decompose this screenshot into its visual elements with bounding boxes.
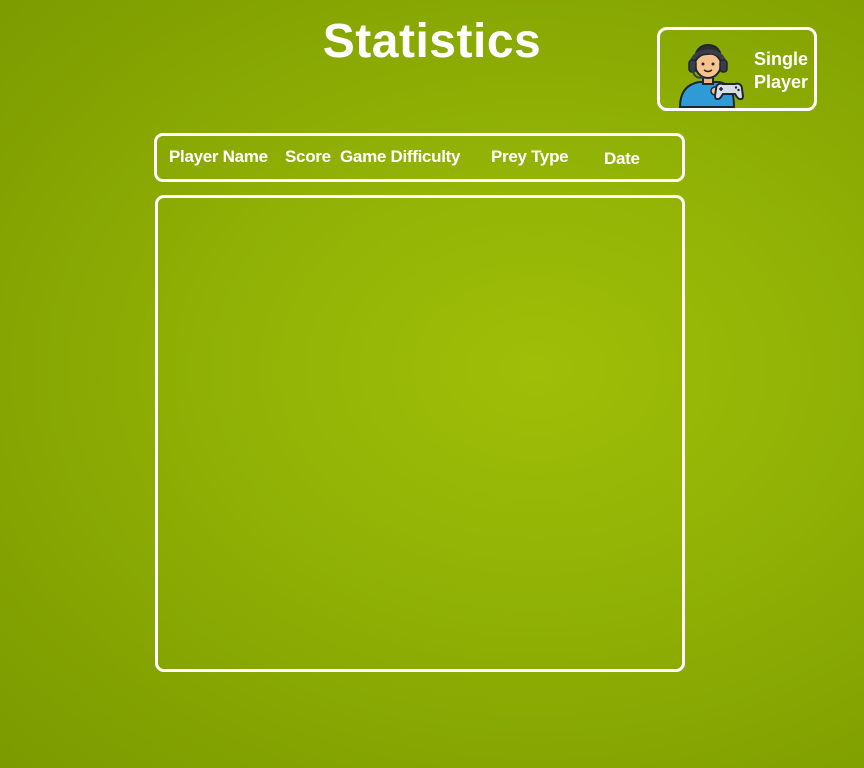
column-header-game-difficulty: Game Difficulty [340,147,461,166]
table-header: Player Name Score Game Difficulty Prey T… [154,133,685,182]
statistics-list[interactable] [155,195,685,672]
single-player-label-line2: Player [753,72,809,92]
column-header-player-name: Player Name [169,147,268,166]
column-header-prey-type: Prey Type [491,147,569,166]
single-player-label: Single Player [746,48,816,94]
single-player-button[interactable]: Single Player [657,27,817,111]
gamer-with-controller-icon [678,43,744,108]
column-header-date: Date [604,149,640,168]
single-player-label-line1: Single [753,49,808,69]
column-header-score: Score [285,147,331,166]
